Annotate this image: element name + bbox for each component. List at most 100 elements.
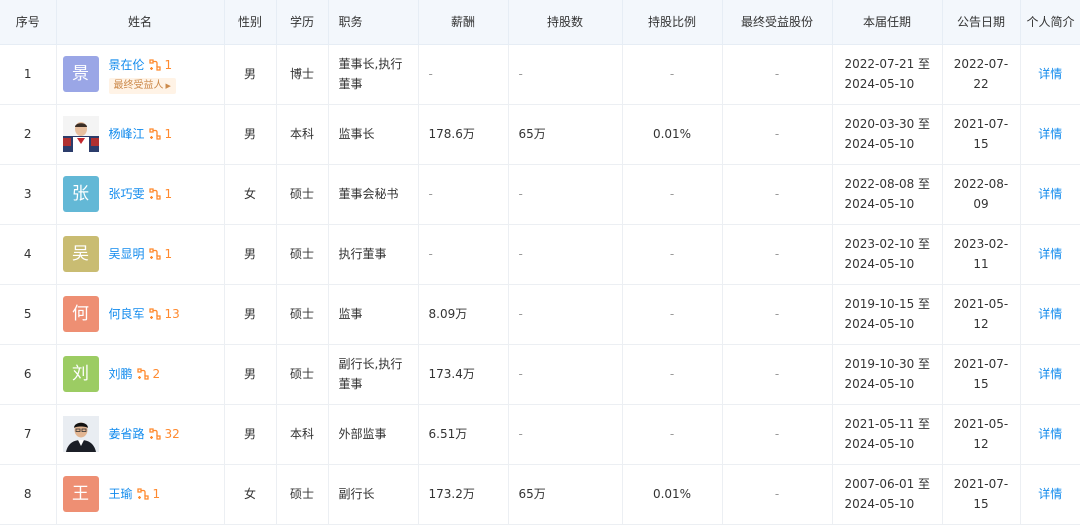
shares: - [508,164,623,225]
caret-right-icon: ▶ [165,81,171,90]
relation-icon[interactable] [148,128,161,140]
table-row: 2 杨峰江 1 男 本科 监事长 178.6万 65万 0.01% - 2020… [0,104,1080,165]
beneficial-shares: - [722,224,833,285]
education: 本科 [276,404,329,465]
name-cell: 杨峰江 1 [56,104,225,165]
person-name-link[interactable]: 刘鹏 [109,364,133,384]
share-ratio: - [622,44,723,105]
relation-icon[interactable] [136,368,149,380]
avatar-photo[interactable] [62,416,99,452]
relation-icon[interactable] [148,308,161,320]
announce-date: 2021-07-15 [942,344,1021,405]
shares: - [508,44,623,105]
relation-icon[interactable] [148,188,161,200]
salary: - [418,224,509,285]
beneficial-shares: - [722,104,833,165]
gender: 女 [224,464,277,525]
avatar[interactable]: 张 [62,176,99,212]
person-name-link[interactable]: 吴显明 [109,244,145,264]
col-profile-header: 个人简介 [1020,0,1080,45]
name-cell: 刘 刘鹏 2 [56,344,225,405]
avatar[interactable]: 何 [62,296,99,332]
detail-link[interactable]: 详情 [1020,464,1080,525]
announce-date: 2021-05-12 [942,404,1021,465]
name-cell: 王 王瑜 1 [56,464,225,525]
detail-link[interactable]: 详情 [1020,44,1080,105]
announce-date: 2021-07-15 [942,104,1021,165]
table-row: 4 吴 吴显明 1 男 硕士 执行董事 - - - - 2023-02-10 至… [0,224,1080,285]
term: 2022-07-21 至 2024-05-10 [832,44,943,105]
education: 博士 [276,44,329,105]
detail-link[interactable]: 详情 [1020,164,1080,225]
position: 副行长 [328,464,419,525]
beneficial-shares: - [722,404,833,465]
education: 本科 [276,104,329,165]
relation-icon[interactable] [148,428,161,440]
education: 硕士 [276,284,329,345]
person-name-link[interactable]: 王瑜 [109,484,133,504]
person-name-link[interactable]: 杨峰江 [109,124,145,144]
table-row: 7 姜省路 32 男 本科 外部监事 6.51万 - - - 2021-05-1… [0,404,1080,465]
gender: 男 [224,344,277,405]
col-no-header: 序号 [0,0,57,45]
avatar[interactable]: 景 [62,56,99,92]
table-row: 5 何 何良军 13 男 硕士 监事 8.09万 - - - 2019-10-1… [0,284,1080,345]
relation-count[interactable]: 1 [165,124,173,144]
relation-icon[interactable] [148,58,161,71]
relation-count[interactable]: 1 [165,184,173,204]
detail-link[interactable]: 详情 [1020,404,1080,465]
col-salary-header: 薪酬 [418,0,509,45]
relation-icon[interactable] [136,488,149,500]
row-number: 7 [0,404,57,465]
share-ratio: - [622,404,723,465]
relation-count[interactable]: 1 [153,484,161,504]
col-name-header: 姓名 [56,0,225,45]
avatar-photo[interactable] [62,116,99,152]
term: 2019-10-15 至 2024-05-10 [832,284,943,345]
position: 监事长 [328,104,419,165]
relation-count[interactable]: 13 [165,304,180,324]
share-ratio: 0.01% [622,104,723,165]
salary: 178.6万 [418,104,509,165]
term: 2020-03-30 至 2024-05-10 [832,104,943,165]
education: 硕士 [276,224,329,285]
detail-link[interactable]: 详情 [1020,344,1080,405]
name-cell: 何 何良军 13 [56,284,225,345]
relation-count[interactable]: 1 [165,55,173,75]
relation-count[interactable]: 2 [153,364,161,384]
table-row: 6 刘 刘鹏 2 男 硕士 副行长,执行董事 173.4万 - - - 2019… [0,344,1080,405]
salary: - [418,44,509,105]
person-name-link[interactable]: 姜省路 [109,424,145,444]
share-ratio: - [622,164,723,225]
shares: 65万 [508,464,623,525]
announce-date: 2023-02-11 [942,224,1021,285]
detail-link[interactable]: 详情 [1020,104,1080,165]
person-name-link[interactable]: 景在伦 [109,55,145,75]
position: 监事 [328,284,419,345]
detail-link[interactable]: 详情 [1020,284,1080,345]
avatar[interactable]: 吴 [62,236,99,272]
education: 硕士 [276,344,329,405]
ubo-tag-label: 最终受益人 [113,79,164,91]
avatar[interactable]: 刘 [62,356,99,392]
col-position-header: 职务 [328,0,419,45]
person-name-link[interactable]: 何良军 [109,304,145,324]
position: 副行长,执行董事 [328,344,419,405]
relation-count[interactable]: 1 [165,244,173,264]
name-cell: 景 景在伦 1 最终受益人 ▶ [56,44,225,105]
col-announce-date-header: 公告日期 [942,0,1021,45]
row-number: 8 [0,464,57,525]
table-row: 1 景 景在伦 1 最终受益人 ▶ 男 博士 董事长,执行董事 - - - - 2… [0,44,1080,105]
ultimate-beneficiary-tag[interactable]: 最终受益人 ▶ [108,77,176,94]
salary: 6.51万 [418,404,509,465]
col-term-header: 本届任期 [832,0,943,45]
detail-link[interactable]: 详情 [1020,224,1080,285]
relation-icon[interactable] [148,248,161,260]
col-share-ratio-header: 持股比例 [622,0,723,45]
term: 2007-06-01 至 2024-05-10 [832,464,943,525]
avatar[interactable]: 王 [62,476,99,512]
relation-count[interactable]: 32 [165,424,180,444]
table-row: 8 王 王瑜 1 女 硕士 副行长 173.2万 65万 0.01% - 200… [0,464,1080,525]
person-name-link[interactable]: 张巧雯 [109,184,145,204]
table-header: 序号 姓名 性别 学历 职务 薪酬 持股数 持股比例 最终受益股份 本届任期 公告日期 个人简介 [0,0,1080,45]
